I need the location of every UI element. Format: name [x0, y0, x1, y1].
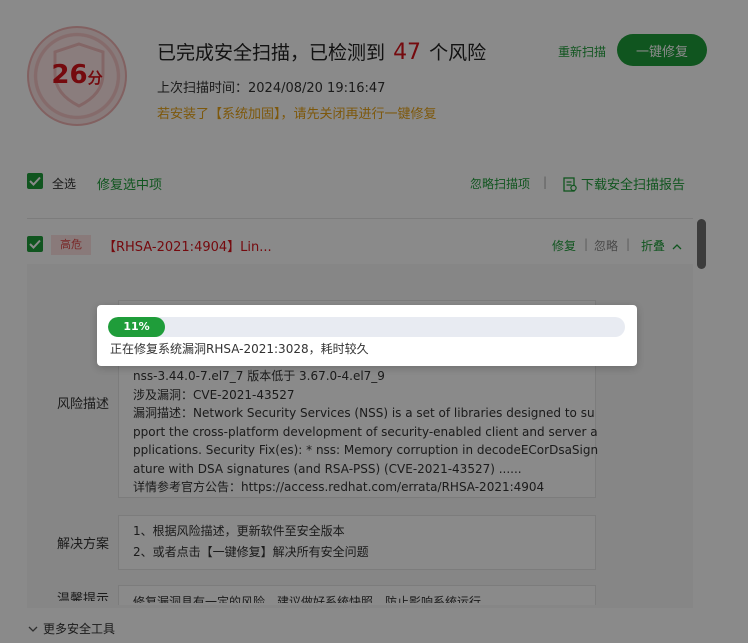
progress-percent: 11%: [123, 320, 150, 333]
progress-status-text: 正在修复系统漏洞RHSA-2021:3028，耗时较久: [110, 342, 369, 356]
progress-track: 11%: [108, 317, 625, 337]
progress-fill: 11%: [108, 317, 165, 337]
fix-progress-dialog: 11% 正在修复系统漏洞RHSA-2021:3028，耗时较久: [97, 305, 637, 366]
